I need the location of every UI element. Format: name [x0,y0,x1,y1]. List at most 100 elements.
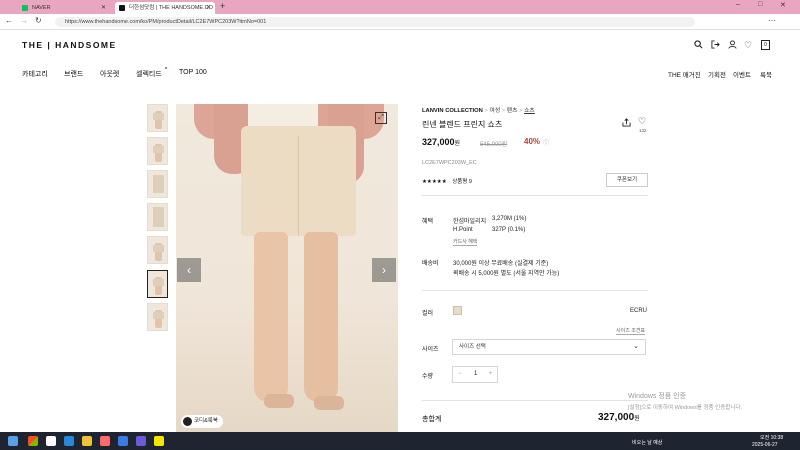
wishlist-heart-icon[interactable]: ♡ [638,116,646,127]
nav-event[interactable]: 이벤트 [733,69,751,79]
nav-exhibition[interactable]: 기획전 [708,69,726,79]
clock-date[interactable]: 2025-06-27 [752,442,778,448]
size-select[interactable]: 사이즈 선택 ⌄ [452,339,646,355]
original-price: 545,000원 [480,142,508,148]
divider [422,400,648,401]
clock-time[interactable]: 오전 10:38 [760,434,783,441]
product-main-image[interactable] [176,104,398,432]
user-icon[interactable] [728,40,737,51]
thumbnail[interactable] [147,170,168,198]
size-placeholder: 사이즈 선택 [459,344,486,350]
brand-link[interactable]: LANVIN COLLECTION [422,108,483,114]
browser-tab-bar: NAVER ✕ 더한섬닷컴 | THE HANDSOME.CO ✕ + – □ … [0,0,800,14]
total-price: 327,000원 [598,412,640,423]
menu-icon[interactable]: ⋯ [768,16,776,25]
next-image-button[interactable]: › [372,258,396,282]
quantity-value[interactable]: 1 [474,367,477,382]
search-taskbar-icon[interactable] [46,436,56,446]
tab-thehandsome[interactable]: 더한섬닷컴 | THE HANDSOME.CO ✕ [115,2,215,14]
back-icon[interactable]: ← [5,16,13,25]
edge-icon[interactable] [64,436,74,446]
color-label: 컬러 [422,311,434,317]
kakaotalk-icon[interactable] [154,436,164,446]
share-icon[interactable] [622,118,631,129]
color-value: ECRU [630,308,648,314]
search-icon[interactable] [694,40,703,51]
weather-icon[interactable] [8,436,18,446]
prev-image-button[interactable]: ‹ [177,258,201,282]
shipping-label: 배송비 [422,261,439,267]
shipping-line2: 퀵배송 시 5,000원 별도 (서울 지역만 가능) [453,271,560,277]
url-input[interactable]: https://www.thehandsome.com/ko/PM/produc… [55,17,695,27]
nav-top100[interactable]: TOP 100 [179,69,207,76]
minimize-button[interactable]: – [736,1,740,8]
crumb-shorts[interactable]: 쇼츠 [524,108,535,114]
shipping-line1: 30,000원 이상 무료배송 (실결제 기준) [453,261,549,267]
crumb-women[interactable]: 여성 [490,108,501,114]
product-code: LC2E7WPC203W_EC [422,160,477,166]
review-count: 상품평 9 [452,179,472,185]
nav-brand[interactable]: 브랜드 [64,69,83,79]
site-logo[interactable]: THE | HANDSOME [22,40,117,50]
total-label: 총합계 [422,416,442,423]
breadcrumb: LANVIN COLLECTION > 여성 > 팬츠 > 쇼츠 [422,108,535,114]
thumbnail-selected[interactable] [147,270,168,298]
size-label: 사이즈 [422,347,439,353]
chevron-down-icon: ⌄ [633,343,639,350]
thumbnail[interactable] [147,104,168,132]
rating[interactable]: ★★★★★ 상품평 9 [422,177,472,185]
mileage-value: 3,270M (1%) [492,216,527,222]
info-icon[interactable]: ⓘ [543,138,549,147]
wishlist-count: 132 [639,128,647,133]
quantity-label: 수량 [422,374,434,380]
star-icons: ★★★★★ [422,179,447,185]
app-icon[interactable] [118,436,128,446]
card-benefit-link[interactable]: 카드사 혜택 [453,238,478,246]
plus-button[interactable]: + [489,367,493,382]
nav-outlet[interactable]: 아웃렛 [100,69,119,79]
logout-icon[interactable] [711,40,720,51]
discount-rate: 40% [524,137,541,146]
tab-naver[interactable]: NAVER ✕ [18,2,110,14]
windows-activation-text: [설정]으로 이동하여 Windows를 정품 인증합니다. [628,405,742,411]
reload-icon[interactable]: ↻ [35,16,42,25]
explorer-icon[interactable] [82,436,92,446]
total-unit: 원 [634,416,640,422]
size-guide-link[interactable]: 사이즈 조견표 [616,327,645,335]
quantity-stepper: − 1 + [452,366,498,383]
forward-icon[interactable]: → [20,16,28,25]
close-icon[interactable]: ✕ [206,2,211,14]
heart-icon[interactable]: ♡ [744,40,752,51]
coupon-button[interactable]: 쿠폰보기 [606,173,648,187]
nav-lookbook[interactable]: 룩북 [760,69,772,79]
coordinate-lookbook-button[interactable]: 코디&룩북 [181,415,223,428]
thumbnail[interactable] [147,203,168,231]
total-value: 327,000 [598,412,635,423]
coordinate-label: 코디&룩북 [194,418,218,424]
start-icon[interactable] [28,436,38,446]
maximize-button[interactable]: □ [758,1,762,8]
hanger-icon [183,417,192,426]
app-icon[interactable] [100,436,110,446]
thumbnail[interactable] [147,137,168,165]
product-title: 린넨 블렌드 프린지 쇼츠 [422,120,503,129]
close-icon[interactable]: ✕ [101,2,106,14]
sale-price: 327,000원 [422,137,460,147]
new-tab-button[interactable]: + [220,1,225,11]
address-bar-row: ← → ↻ https://www.thehandsome.com/ko/PM/… [0,14,800,30]
hpoint-name: H.Point [453,227,473,233]
new-dot [165,67,167,69]
zoom-icon[interactable]: ⤢ [375,112,387,124]
nav-category[interactable]: 카테고리 [22,69,48,79]
color-swatch[interactable] [453,306,462,315]
bag-icon[interactable]: 0 [761,40,770,50]
nav-selected[interactable]: 셀렉티드 [136,69,162,79]
app-icon[interactable] [136,436,146,446]
minus-button[interactable]: − [458,367,462,382]
crumb-pants[interactable]: 팬츠 [507,108,518,114]
thumbnail[interactable] [147,303,168,331]
close-window-button[interactable]: ✕ [780,1,786,9]
price-value: 327,000 [422,137,455,147]
nav-magazine[interactable]: THE 매거진 [668,69,701,79]
thumbnail[interactable] [147,236,168,264]
